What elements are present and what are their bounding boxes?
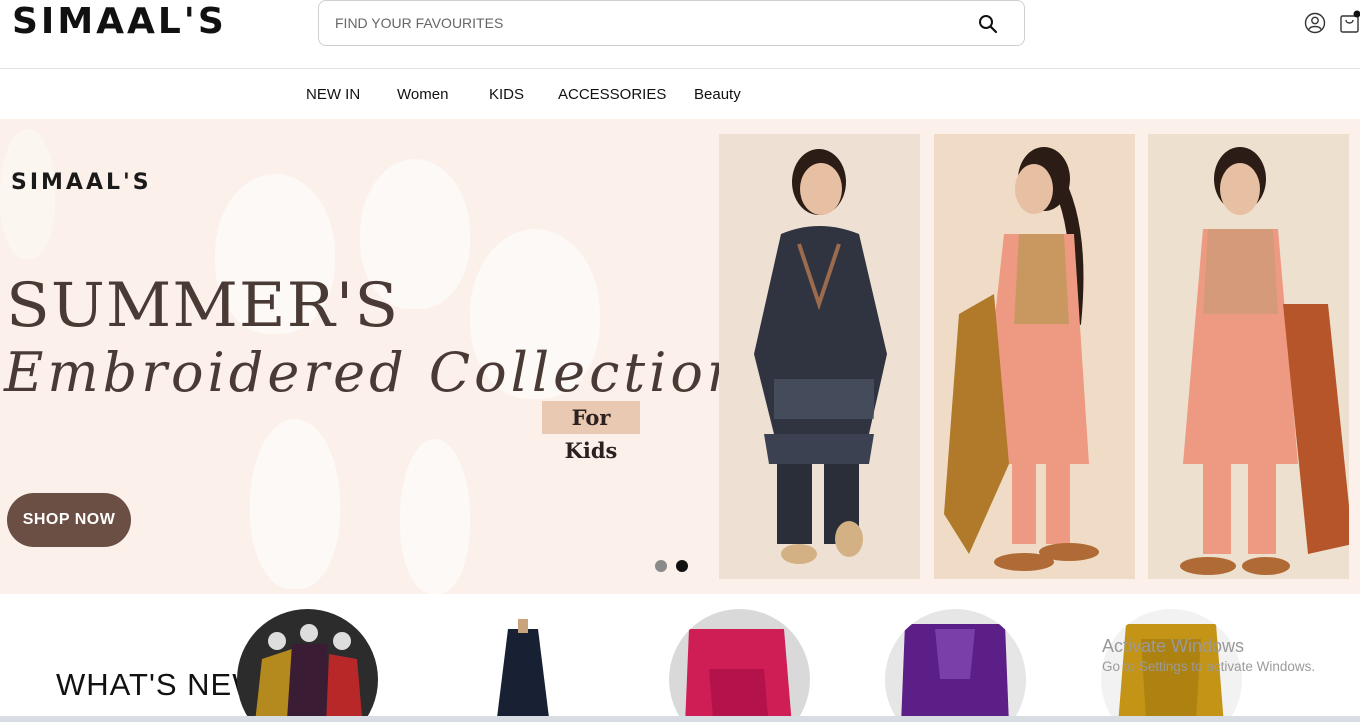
windows-activation-message: Go to Settings to activate Windows. [1102,659,1316,674]
category-circle-purple[interactable] [885,609,1026,722]
nav-item-kids[interactable]: KIDS [489,86,524,104]
user-icon[interactable] [1304,12,1326,34]
site-header: SIMAAL'S [0,0,1360,69]
category-circle-suits[interactable] [237,609,378,722]
nav-item-accessories[interactable]: ACCESSORIES [558,86,666,104]
windows-activation-title: Activate Windows [1102,636,1245,656]
hero-subtitle: Embroidered Collection [4,341,746,404]
page-bottom-strip [0,716,1360,722]
hero-photo-peach-side [934,134,1135,579]
hero-title: SUMMER'S [6,270,400,342]
nav-item-beauty[interactable]: Beauty [694,86,741,104]
decor-petal [400,439,470,594]
nav-item-women[interactable]: Women [397,86,448,104]
category-section: WHAT'S NEW [0,594,1360,722]
cart-icon[interactable] [1339,10,1360,34]
decor-petal [250,419,340,589]
slider-dot-1[interactable] [655,560,667,572]
main-navigation: NEW IN Women KIDS ACCESSORIES Beauty [0,69,1360,119]
category-circle-pink[interactable] [669,609,810,722]
hero-banner[interactable]: SIMAAL'S SUMMER'S Embroidered Collection… [0,119,1360,594]
shop-now-button[interactable]: SHOP NOW [7,493,131,547]
search-icon[interactable] [978,14,998,34]
hero-tag: For Kids [542,401,640,463]
site-logo[interactable]: SIMAAL'S [12,2,227,42]
search-input[interactable] [335,11,935,35]
search-bar[interactable] [318,0,1025,46]
nav-item-new-in[interactable]: NEW IN [306,86,360,104]
hero-brand: SIMAAL'S [11,170,152,195]
hero-photo-peach-front [1148,134,1349,579]
hero-photo-navy [719,134,920,579]
slider-dot-2[interactable] [676,560,688,572]
category-circle-dupatta[interactable] [453,609,594,722]
section-heading: WHAT'S NEW [56,667,263,702]
